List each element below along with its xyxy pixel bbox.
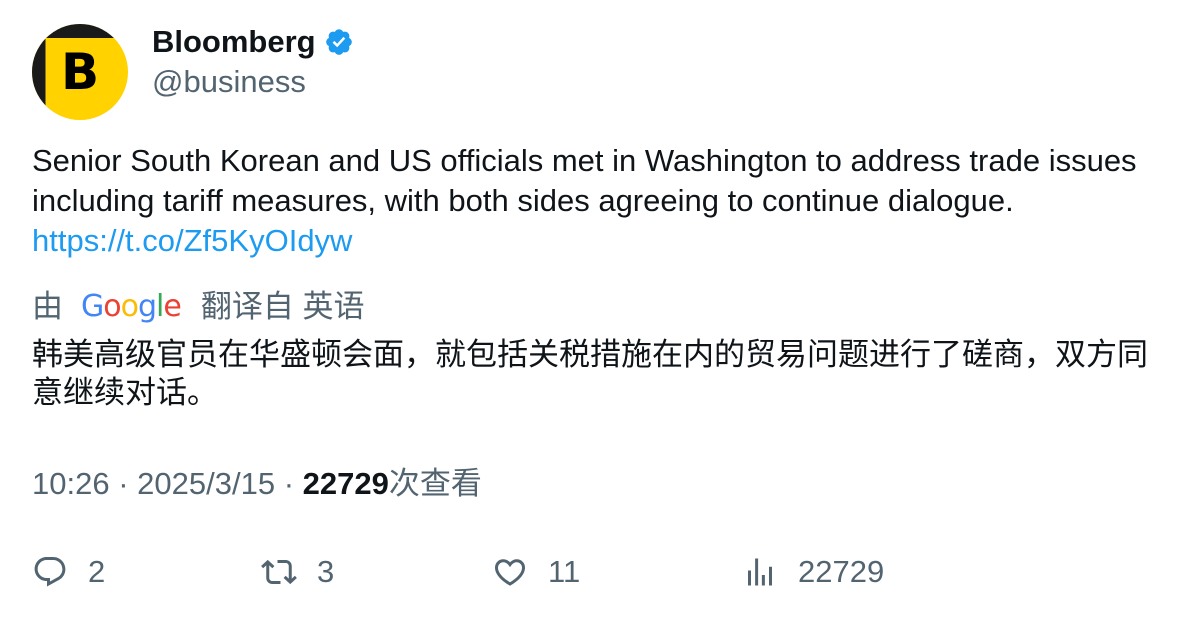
- views-label: 次查看: [388, 466, 482, 501]
- meta-separator: ·: [118, 466, 129, 501]
- display-name[interactable]: Bloomberg: [152, 22, 316, 62]
- avatar[interactable]: B: [32, 24, 128, 120]
- tweet-meta: 10:26 · 2025/3/15 · 22729次查看: [32, 464, 482, 504]
- repost-button[interactable]: 3: [261, 552, 334, 592]
- translation-prefix: 由: [32, 289, 63, 324]
- author-name-row[interactable]: Bloomberg: [152, 22, 354, 62]
- repost-count: 3: [317, 554, 335, 589]
- like-button[interactable]: 11: [492, 552, 580, 592]
- google-logo: Google: [81, 289, 182, 324]
- translated-text: 韩美高级官员在华盛顿会面，就包括关税措施在内的贸易问题进行了磋商，双方同意继续对…: [32, 337, 1148, 410]
- reply-count: 2: [88, 554, 106, 589]
- like-icon: [494, 559, 526, 586]
- views-action-count: 22729: [798, 554, 885, 589]
- meta-separator: ·: [283, 466, 295, 501]
- verified-badge-icon[interactable]: [324, 27, 354, 57]
- tweet-text: Senior South Korean and US officials met…: [32, 141, 1172, 261]
- tweet-date[interactable]: 2025/3/15: [137, 466, 275, 501]
- reply-icon: [34, 557, 66, 587]
- translation-attribution: 由 Google 翻译自 英语: [32, 287, 364, 327]
- views-button[interactable]: 22729: [742, 552, 884, 592]
- translation-suffix: 翻译自 英语: [200, 289, 365, 324]
- like-count: 11: [548, 554, 581, 589]
- avatar-letter: B: [60, 43, 100, 101]
- author-handle[interactable]: @business: [152, 62, 306, 102]
- tweet-body: Senior South Korean and US officials met…: [32, 143, 1137, 218]
- views-count: 22729: [302, 466, 389, 501]
- views-icon: [748, 558, 772, 586]
- tweet-time[interactable]: 10:26: [32, 466, 110, 501]
- reply-button[interactable]: 2: [32, 552, 105, 592]
- repost-icon: [261, 559, 297, 585]
- tweet-link[interactable]: https://t.co/Zf5KyOIdyw: [32, 221, 1172, 261]
